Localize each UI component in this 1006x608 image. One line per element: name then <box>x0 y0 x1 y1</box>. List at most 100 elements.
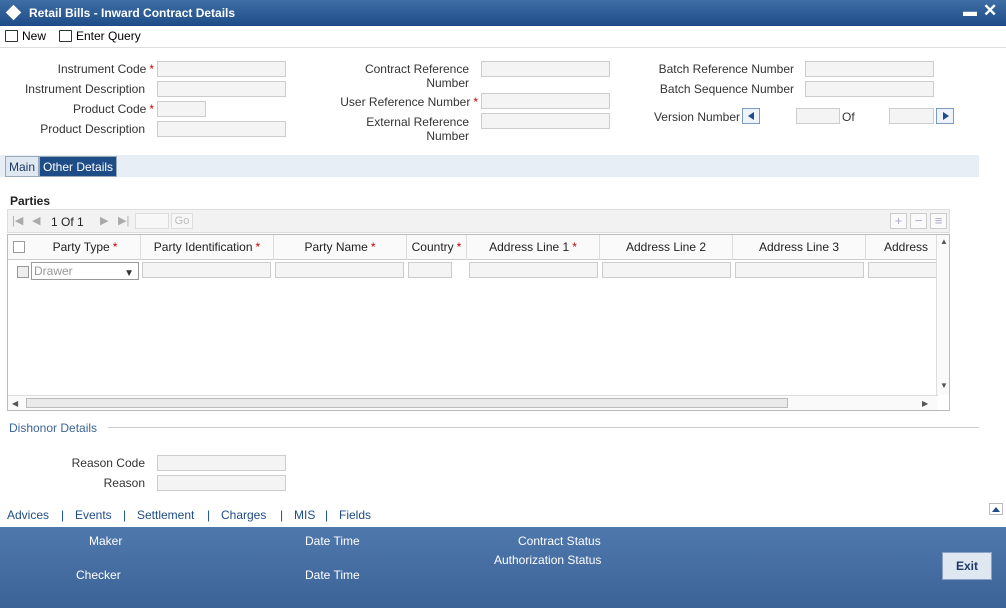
batch-sequence-field[interactable] <box>805 81 934 97</box>
column-header-address-line-4: Address <box>884 240 929 254</box>
instrument-code-field[interactable] <box>157 61 286 77</box>
new-icon <box>5 30 18 42</box>
batch-reference-field[interactable] <box>805 61 934 77</box>
external-reference-field[interactable] <box>481 113 610 129</box>
advices-link[interactable]: Advices <box>7 508 49 522</box>
add-row-icon[interactable]: + <box>890 213 907 229</box>
product-code-label: Product Code * <box>72 102 154 116</box>
parties-pager: |◀ ◀ 1 Of 1 ▶ ▶| Go + − ≡ <box>7 209 950 233</box>
reason-code-label: Reason Code <box>71 456 145 470</box>
reason-code-field[interactable] <box>157 455 286 471</box>
instrument-description-field[interactable] <box>157 81 286 97</box>
footer-links: Advices | Events | Settlement | Charges … <box>0 505 1006 527</box>
scroll-down-icon[interactable]: ▼ <box>940 381 948 390</box>
link-separator: | <box>325 508 329 522</box>
minimize-icon[interactable]: ▬ <box>963 3 977 19</box>
maker-date-time-label: Date Time <box>305 534 360 548</box>
reason-field[interactable] <box>157 475 286 491</box>
contract-reference-field[interactable] <box>481 61 610 77</box>
version-total-field <box>889 108 934 124</box>
product-description-field[interactable] <box>157 121 286 137</box>
link-separator: | <box>61 508 65 522</box>
party-type-value: Drawer <box>34 264 73 278</box>
scroll-up-icon[interactable]: ▲ <box>940 237 948 246</box>
chevron-down-icon: ▼ <box>124 268 134 279</box>
scroll-left-icon[interactable]: ◀ <box>12 399 18 408</box>
single-view-icon[interactable]: ≡ <box>930 213 947 229</box>
party-type-select[interactable]: Drawer ▼ <box>31 262 139 280</box>
parties-section-title: Parties <box>10 194 51 208</box>
country-cell[interactable] <box>408 262 452 278</box>
address-line-3-cell[interactable] <box>735 262 864 278</box>
version-previous-button[interactable] <box>742 108 760 124</box>
close-icon[interactable]: ✕ <box>983 1 997 21</box>
address-line-4-cell[interactable] <box>868 262 938 278</box>
contract-status-label: Contract Status <box>518 534 601 548</box>
checker-label: Checker <box>76 568 121 582</box>
batch-reference-label: Batch Reference Number <box>658 62 794 76</box>
pager-text: 1 Of 1 <box>51 215 84 229</box>
version-number-label: Version Number <box>653 110 740 124</box>
next-page-icon[interactable]: ▶ <box>100 214 108 227</box>
toolbar: New Enter Query <box>0 26 1006 48</box>
column-header-address-line-2: Address Line 2 <box>600 235 733 260</box>
query-icon <box>59 30 72 42</box>
link-separator: | <box>123 508 127 522</box>
contract-reference-label: Contract Reference Number <box>364 62 469 90</box>
version-of-label: Of <box>842 110 855 124</box>
instrument-code-label: Instrument Code * <box>57 62 154 76</box>
row-checkbox[interactable] <box>17 266 29 278</box>
window-title: Retail Bills - Inward Contract Details <box>29 6 236 20</box>
column-header-party-name: Party Name * <box>274 235 407 260</box>
address-line-2-cell[interactable] <box>602 262 731 278</box>
tab-main[interactable]: Main <box>5 156 40 177</box>
events-link[interactable]: Events <box>75 508 112 522</box>
delete-row-icon[interactable]: − <box>910 213 927 229</box>
reason-label: Reason <box>103 476 145 490</box>
checker-date-time-label: Date Time <box>305 568 360 582</box>
first-page-icon[interactable]: |◀ <box>12 214 23 227</box>
link-separator: | <box>207 508 211 522</box>
party-identification-cell[interactable] <box>142 262 271 278</box>
product-description-label: Product Description <box>40 122 145 136</box>
horizontal-scrollbar[interactable]: ◀ ▶ <box>8 395 938 410</box>
tab-bar: Main Other Details <box>0 155 979 177</box>
new-button[interactable]: New <box>5 28 46 45</box>
go-button[interactable]: Go <box>171 213 193 229</box>
column-header-address-line-3: Address Line 3 <box>733 235 866 260</box>
collapse-button[interactable] <box>989 503 1003 515</box>
app-icon <box>5 4 22 21</box>
title-bar: Retail Bills - Inward Contract Details ▬… <box>0 0 1006 26</box>
charges-link[interactable]: Charges <box>221 508 266 522</box>
version-next-button[interactable] <box>936 108 954 124</box>
dishonor-section-title: Dishonor Details <box>9 421 98 435</box>
enter-query-button[interactable]: Enter Query <box>59 28 141 45</box>
column-header-country: Country * <box>407 235 467 260</box>
last-page-icon[interactable]: ▶| <box>118 214 129 227</box>
party-name-cell[interactable] <box>275 262 404 278</box>
horizontal-scroll-thumb[interactable] <box>26 398 788 408</box>
scroll-right-icon[interactable]: ▶ <box>922 399 928 408</box>
settlement-link[interactable]: Settlement <box>137 508 194 522</box>
user-reference-field[interactable] <box>481 93 610 109</box>
column-header-address-line-1: Address Line 1 * <box>467 235 600 260</box>
previous-page-icon[interactable]: ◀ <box>32 214 40 227</box>
arrow-right-icon <box>943 112 949 120</box>
fields-link[interactable]: Fields <box>339 508 371 522</box>
user-reference-label: User Reference Number * <box>340 95 478 109</box>
link-separator: | <box>280 508 284 522</box>
select-all-checkbox[interactable] <box>13 241 25 253</box>
product-code-field[interactable] <box>157 101 206 117</box>
address-line-1-cell[interactable] <box>469 262 598 278</box>
mis-link[interactable]: MIS <box>294 508 315 522</box>
maker-label: Maker <box>89 534 123 548</box>
external-reference-label: External Reference Number <box>366 115 469 143</box>
column-header-party-type: Party Type * <box>30 235 141 260</box>
exit-button[interactable]: Exit <box>942 552 992 580</box>
batch-sequence-label: Batch Sequence Number <box>659 82 794 96</box>
version-number-field[interactable] <box>796 108 840 124</box>
vertical-scrollbar[interactable]: ▲ ▼ <box>936 235 949 395</box>
tab-other-details[interactable]: Other Details <box>39 156 118 177</box>
arrow-up-icon <box>992 507 1000 512</box>
page-number-input[interactable] <box>135 213 169 229</box>
